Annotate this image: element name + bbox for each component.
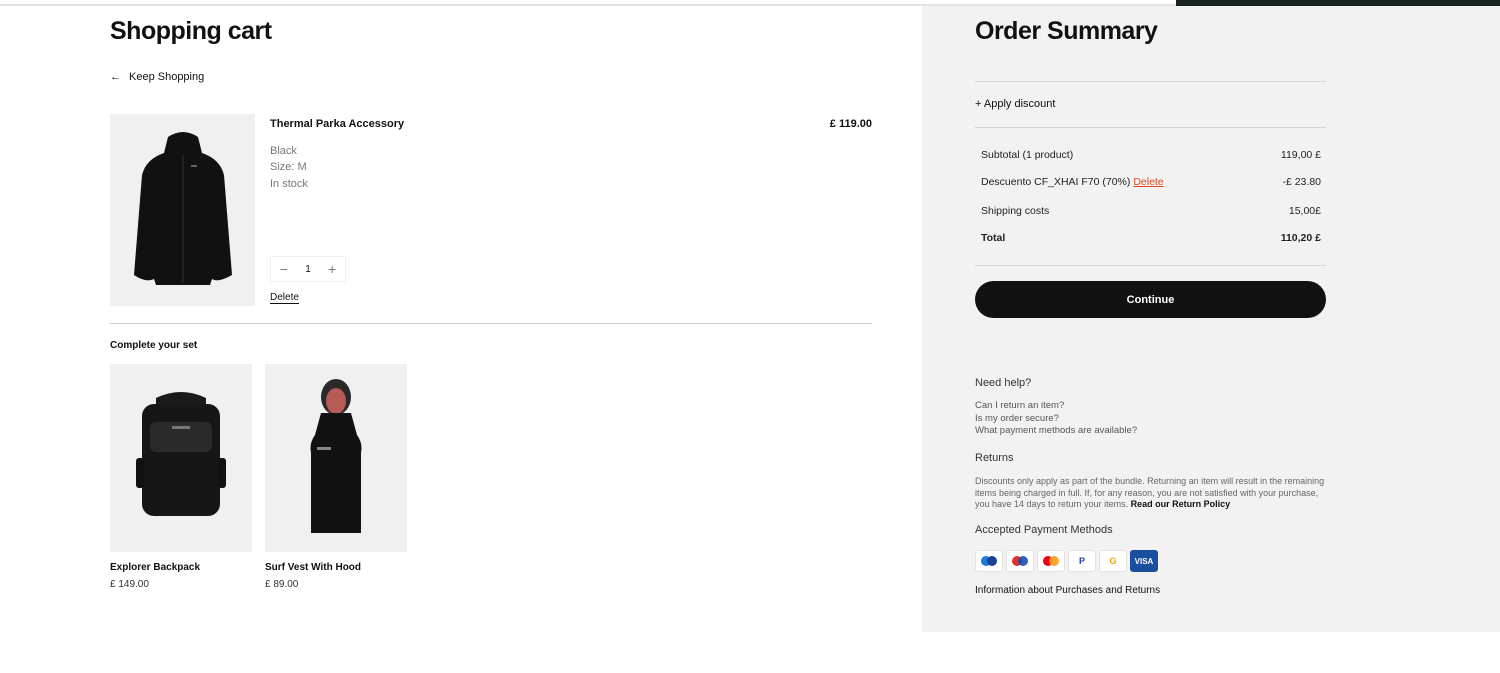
total-value: 110,20 £	[1280, 232, 1321, 244]
returns-text-block: Discounts only apply as part of the bund…	[975, 476, 1326, 511]
keep-shopping-label: Keep Shopping	[129, 71, 205, 83]
cart-item-name[interactable]: Thermal Parka Accessory	[270, 118, 404, 130]
recommendation-price: £ 89.00	[265, 579, 299, 590]
summary-title: Order Summary	[975, 17, 1158, 45]
quantity-stepper: − 1 +	[270, 256, 346, 282]
subtotal-value: 119,00 £	[1280, 149, 1321, 161]
shipping-value: 15,00£	[1288, 205, 1321, 217]
summary-divider	[975, 265, 1326, 266]
faq-link[interactable]: Is my order secure?	[975, 413, 1059, 424]
recommendation-name[interactable]: Explorer Backpack	[110, 562, 200, 573]
complete-set-heading: Complete your set	[110, 340, 198, 351]
maestro-icon	[1006, 550, 1034, 572]
cart-item-stock: In stock	[270, 178, 308, 190]
google-pay-icon: G	[1099, 550, 1127, 572]
discount-row: Descuento CF_XHAI F70 (70%) Delete -£ 23…	[981, 176, 1321, 188]
discount-label: Descuento CF_XHAI F70 (70%)	[981, 176, 1131, 188]
maestro-icon	[975, 550, 1003, 572]
cart-section: Shopping cart ← Keep Shopping Thermal Pa…	[110, 0, 872, 673]
shipping-row: Shipping costs 15,00£	[981, 205, 1321, 217]
total-label: Total	[981, 232, 1006, 244]
paypal-icon: P	[1068, 550, 1096, 572]
delete-item-link[interactable]: Delete	[270, 292, 299, 304]
continue-button[interactable]: Continue	[975, 281, 1326, 318]
keep-shopping-link[interactable]: ← Keep Shopping	[110, 71, 204, 83]
return-policy-link[interactable]: Read our Return Policy	[1131, 499, 1231, 509]
payment-methods-heading: Accepted Payment Methods	[975, 524, 1113, 536]
subtotal-label: Subtotal (1 product)	[981, 149, 1074, 161]
recommendation-image-backpack[interactable]	[110, 364, 252, 552]
discount-value: -£ 23.80	[1282, 176, 1321, 188]
discount-label-group: Descuento CF_XHAI F70 (70%) Delete	[981, 176, 1164, 188]
page-title: Shopping cart	[110, 17, 272, 45]
faq-link[interactable]: What payment methods are available?	[975, 425, 1137, 436]
cart-item-price: £ 119.00	[829, 118, 872, 130]
quantity-value[interactable]: 1	[305, 264, 311, 275]
returns-heading: Returns	[975, 452, 1014, 464]
mastercard-icon	[1037, 550, 1065, 572]
arrow-left-icon: ←	[110, 71, 121, 83]
cart-item-color: Black	[270, 145, 297, 157]
apply-discount-link[interactable]: + Apply discount	[975, 98, 1055, 110]
recommendation-name[interactable]: Surf Vest With Hood	[265, 562, 361, 573]
cart-divider	[110, 323, 872, 324]
summary-divider	[975, 81, 1326, 82]
product-image-parka[interactable]	[110, 114, 255, 306]
summary-divider	[975, 127, 1326, 128]
purchase-info-link[interactable]: Information about Purchases and Returns	[975, 585, 1160, 596]
recommendation-image-vest[interactable]	[265, 364, 407, 552]
minus-icon[interactable]: −	[280, 261, 288, 277]
cart-item-size: Size: M	[270, 161, 307, 173]
recommendation-price: £ 149.00	[110, 579, 149, 590]
visa-icon: VISA	[1130, 550, 1158, 572]
help-heading: Need help?	[975, 377, 1032, 389]
shipping-label: Shipping costs	[981, 205, 1050, 217]
faq-link[interactable]: Can I return an item?	[975, 400, 1064, 411]
total-row: Total 110,20 £	[981, 232, 1321, 244]
plus-icon[interactable]: +	[328, 261, 336, 277]
payment-methods-list: P G VISA	[975, 550, 1158, 572]
subtotal-row: Subtotal (1 product) 119,00 £	[981, 149, 1321, 161]
remove-discount-link[interactable]: Delete	[1133, 176, 1163, 188]
